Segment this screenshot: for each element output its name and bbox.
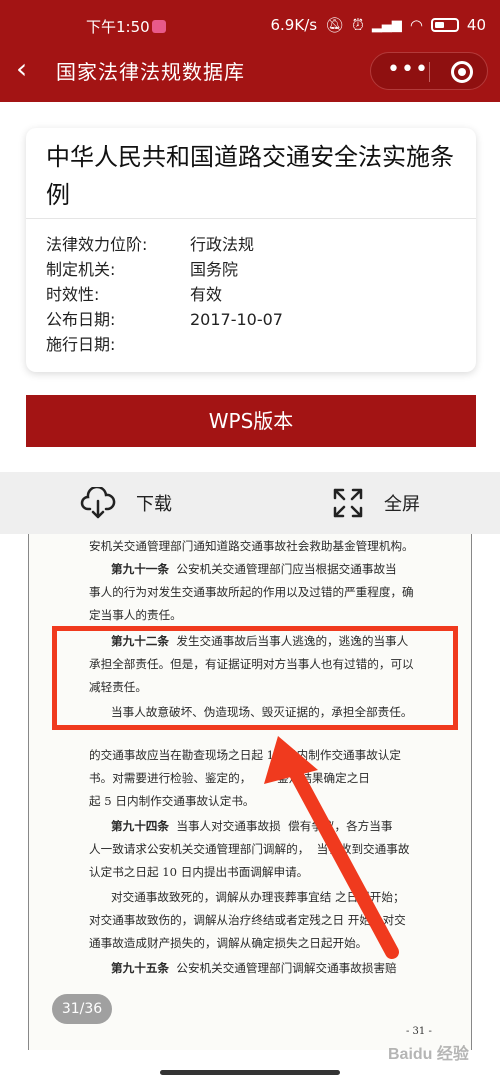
doc-line: 定当事人的责任。 xyxy=(89,608,182,622)
fullscreen-button[interactable]: 全屏 xyxy=(332,486,420,520)
alarm-icon: ⏰︎ xyxy=(352,16,364,34)
back-icon[interactable]: ‹ xyxy=(16,54,27,84)
page-indicator: 31/36 xyxy=(52,994,112,1024)
doc-line: 事人的行为对发生交通事故所起的作用以及过错的严重程度，确 xyxy=(89,585,414,599)
meta-value: 行政法规 xyxy=(190,235,255,254)
meta-row-level: 法律效力位阶: 行政法规 xyxy=(46,232,283,257)
status-time: 下午1:50 xyxy=(86,18,150,36)
doc-line: 的交通事故应当在勘查现场之日起 10 日内制作交通事故认定 xyxy=(89,748,402,762)
doc-page-number: - 31 - xyxy=(406,1026,432,1037)
doc-line: 起 5 日内制作交通事故认定书。 xyxy=(89,794,255,808)
meta-row-validity: 时效性: 有效 xyxy=(46,282,283,307)
fullscreen-icon xyxy=(333,488,363,518)
nav-bar: ‹ 国家法律法规数据库 ••• xyxy=(0,48,500,94)
close-target-icon[interactable] xyxy=(451,61,473,83)
capsule-divider xyxy=(429,62,430,82)
meta-value: 国务院 xyxy=(190,260,239,279)
message-icon xyxy=(152,20,166,33)
meta-row-publish-date: 公布日期: 2017-10-07 xyxy=(46,307,283,332)
doc-line: 对交通事故致死的，调解从办理丧葬事宜结 之日起开始； xyxy=(111,890,405,904)
doc-line: 第九十一条 公安机关交通管理部门应当根据交通事故当 xyxy=(111,562,397,576)
meta-key: 法律效力位阶: xyxy=(46,235,148,254)
doc-toolbar: 下载 全屏 xyxy=(0,472,500,534)
doc-line: 对交通事故致伤的，调解从治疗终结或者定残之日 开始；对交 xyxy=(89,913,406,927)
doc-line: 认定书之日起 10 日内提出书面调解申请。 xyxy=(89,865,309,879)
mini-program-capsule: ••• xyxy=(370,52,488,90)
meta-key: 施行日期: xyxy=(46,335,116,354)
law-meta: 法律效力位阶: 行政法规 制定机关: 国务院 时效性: 有效 公布日期: 201… xyxy=(46,232,283,357)
wps-version-button[interactable]: WPS版本 xyxy=(26,395,476,447)
law-info-card: 中华人民共和国道路交通安全法实施条例 法律效力位阶: 行政法规 制定机关: 国务… xyxy=(26,128,476,372)
meta-key: 公布日期: xyxy=(46,310,116,329)
doc-line: 第九十五条 公安机关交通管理部门调解交通事故损害赔 xyxy=(111,961,397,975)
doc-line: 书。对需要进行检验、鉴定的， 鉴定结果确定之日 xyxy=(89,771,370,785)
baidu-watermark: Baidu 经验 xyxy=(388,1046,469,1063)
document-page[interactable]: 安机关交通管理部门通知道路交通事故社会救助基金管理机构。 第九十一条 公安机关交… xyxy=(28,534,472,1050)
download-button[interactable]: 下载 xyxy=(80,486,172,520)
doc-line: 第九十四条 当事人对交通事故损 偿有争议，各方当事 xyxy=(111,819,393,833)
more-icon[interactable]: ••• xyxy=(387,57,429,82)
fullscreen-label: 全屏 xyxy=(384,494,420,515)
meta-value: 有效 xyxy=(190,285,223,304)
signal-icon: ▂▄▆ xyxy=(371,17,402,33)
status-bar: 下午1:50 6.9K/s 🔕︎ ⏰︎ ▂▄▆ ◠ 40 xyxy=(0,14,500,40)
meta-value: 2017-10-07 xyxy=(190,310,283,329)
app-header: 下午1:50 6.9K/s 🔕︎ ⏰︎ ▂▄▆ ◠ 40 ‹ 国家法律法规数据库… xyxy=(0,0,500,102)
battery-icon xyxy=(430,18,459,32)
meta-row-authority: 制定机关: 国务院 xyxy=(46,257,283,282)
meta-row-effective-date: 施行日期: xyxy=(46,332,283,357)
download-label: 下载 xyxy=(136,494,172,515)
doc-line: 人一致请求公安机关交通管理部门调解的， 当在收到交通事故 xyxy=(89,842,410,856)
card-divider xyxy=(26,218,476,219)
cloud-download-icon xyxy=(80,487,116,519)
meta-key: 制定机关: xyxy=(46,260,116,279)
network-speed: 6.9K/s xyxy=(270,16,318,34)
highlight-box xyxy=(52,626,458,730)
status-right: 6.9K/s 🔕︎ ⏰︎ ▂▄▆ ◠ 40 xyxy=(271,16,487,34)
wifi-icon: ◠ xyxy=(409,16,423,34)
doc-line: 通事故造成财产损失的，调解从确定损失之日起开始。 xyxy=(89,936,368,950)
battery-level: 40 xyxy=(466,16,486,34)
nav-title: 国家法律法规数据库 xyxy=(56,60,245,84)
meta-key: 时效性: xyxy=(46,285,100,304)
mute-icon: 🔕︎ xyxy=(325,16,345,34)
doc-line: 安机关交通管理部门通知道路交通事故社会救助基金管理机构。 xyxy=(89,539,414,553)
home-indicator[interactable] xyxy=(160,1070,340,1075)
law-title: 中华人民共和国道路交通安全法实施条例 xyxy=(46,143,454,209)
